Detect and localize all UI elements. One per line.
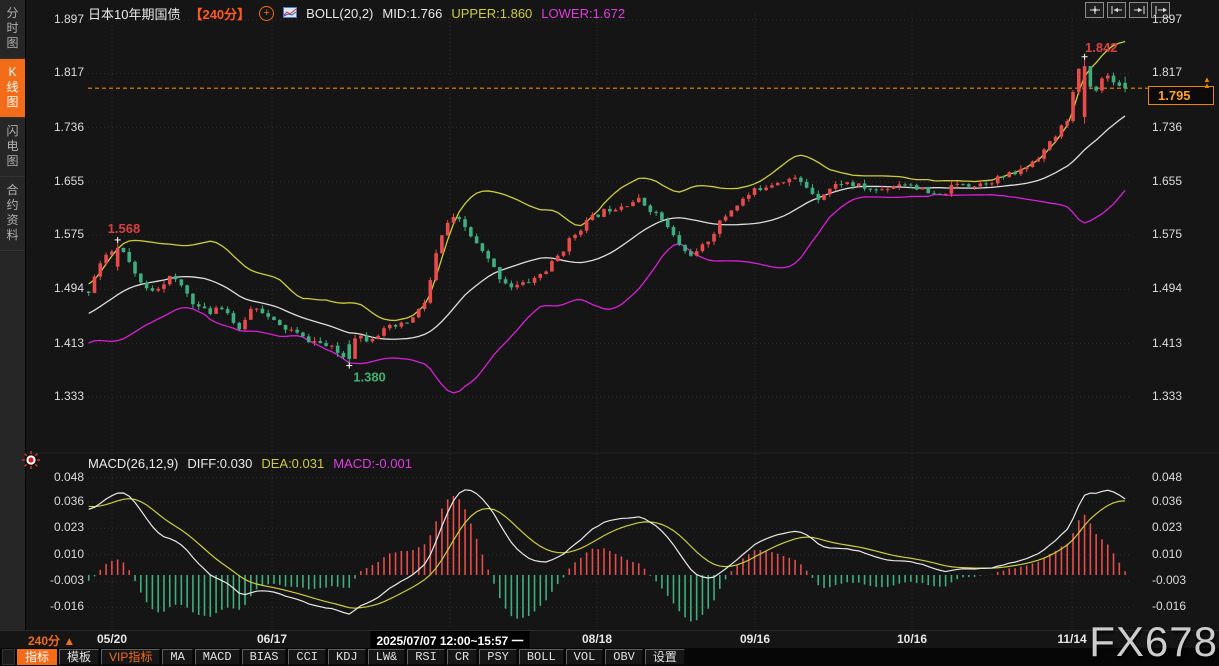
macd-tick-right: 0.010 (1152, 547, 1182, 561)
price-tick-right: 1.655 (1152, 174, 1182, 188)
compress-xaxis-icon[interactable] (1107, 2, 1126, 18)
macd-tick-right: 0.036 (1152, 494, 1182, 508)
move-chart-icon[interactable] (1085, 2, 1104, 18)
date-label: 05/20 (97, 632, 127, 646)
price-tick-right: 1.817 (1152, 65, 1182, 79)
sidebar-tab-3[interactable]: 闪电图 (0, 118, 25, 177)
period-selector[interactable]: 240分 ▲ (28, 632, 75, 649)
svg-text:1.380: 1.380 (353, 370, 386, 385)
chart-type-sidebar: 分时图K线图闪电图合约资料 (0, 0, 26, 630)
chart-header: 日本10年期国债 【240分】 + BOLL(20,2) MID:1.766 U… (88, 4, 625, 23)
time-axis-row: 240分 ▲ 05/2006/1708/1809/1610/1611/14 20… (0, 630, 1219, 649)
expand-xaxis-icon[interactable] (1129, 2, 1148, 18)
toolbar-button-KDJ[interactable]: KDJ (328, 649, 366, 665)
add-compare-icon[interactable]: + (259, 6, 274, 21)
macd-tick-right: -0.003 (1152, 573, 1186, 587)
price-tick-right: 1.333 (1152, 389, 1182, 403)
macd-hist-value: MACD:-0.001 (333, 456, 412, 471)
toolbar-button-LW&[interactable]: LW& (368, 649, 406, 665)
toolbar-button-VOL[interactable]: VOL (566, 649, 604, 665)
macd-tick-right: 0.023 (1152, 520, 1182, 534)
date-label: 08/18 (582, 632, 612, 646)
toolbar-button-MACD[interactable]: MACD (195, 649, 240, 665)
instrument-title: 日本10年期国债 (88, 4, 180, 23)
price-tick-right: 1.736 (1152, 120, 1182, 134)
date-label: 10/16 (897, 632, 927, 646)
macd-header: MACD(26,12,9) DIFF:0.030 DEA:0.031 MACD:… (88, 456, 412, 471)
toolbar-spacer (2, 649, 15, 665)
chart-thumbnail-icon[interactable] (283, 6, 297, 21)
sidebar-tab-1[interactable]: 分时图 (0, 0, 25, 59)
macd-dea-value: DEA:0.031 (261, 456, 324, 471)
toolbar-button-VIP指标[interactable]: VIP指标 (101, 649, 160, 665)
alert-icon[interactable] (21, 450, 41, 475)
macd-diff-value: DIFF:0.030 (187, 456, 252, 471)
toolbar-button-PSY[interactable]: PSY (479, 649, 517, 665)
toolbar-button-RSI[interactable]: RSI (407, 649, 445, 665)
svg-text:1.568: 1.568 (108, 221, 141, 236)
sidebar-tab-4[interactable]: 合约资料 (0, 177, 25, 251)
macd-tick-right: 0.048 (1152, 470, 1182, 484)
date-label: 11/14 (1057, 632, 1086, 646)
toolbar-button-BIAS[interactable]: BIAS (242, 649, 287, 665)
toolbar-button-CR[interactable]: CR (447, 649, 477, 665)
macd-params-label: MACD(26,12,9) (88, 456, 178, 471)
price-up-arrow-icon: ▲▲ (1203, 77, 1211, 89)
indicator-toolbar: 指标模板VIP指标MAMACDBIASCCIKDJLW&RSICRPSYBOLL… (0, 648, 1219, 666)
boll-mid-value: MID:1.766 (382, 6, 442, 21)
toolbar-button-指标[interactable]: 指标 (17, 649, 57, 665)
price-tick-right: 1.413 (1152, 336, 1182, 350)
boll-upper-value: UPPER:1.860 (451, 6, 532, 21)
toolbar-button-CCI[interactable]: CCI (288, 649, 326, 665)
price-tick-right: 1.575 (1152, 227, 1182, 241)
toolbar-button-OBV[interactable]: OBV (605, 649, 643, 665)
toolbar-button-BOLL[interactable]: BOLL (519, 649, 564, 665)
period-badge: 【240分】 (189, 4, 250, 23)
macd-tick-right: -0.016 (1152, 599, 1186, 613)
date-label: 06/17 (257, 632, 287, 646)
toolbar-button-MA[interactable]: MA (162, 649, 192, 665)
boll-lower-value: LOWER:1.672 (541, 6, 625, 21)
boll-label: BOLL(20,2) (306, 6, 373, 21)
toolbar-button-模板[interactable]: 模板 (59, 649, 99, 665)
toolbar-button-设置[interactable]: 设置 (645, 649, 685, 665)
svg-text:1.842: 1.842 (1085, 40, 1118, 55)
date-label: 09/16 (740, 632, 770, 646)
candlestick-chart-canvas: 1.568 1.380 1.842 (0, 0, 1219, 666)
price-tick-right: 1.897 (1152, 12, 1182, 26)
price-tick-right: 1.494 (1152, 281, 1182, 295)
sidebar-tab-2[interactable]: K线图 (0, 59, 25, 118)
chart-application: 1.568 1.380 1.842 分时图K线图闪电图合约资料 日本10年期国债 【… (0, 0, 1219, 666)
